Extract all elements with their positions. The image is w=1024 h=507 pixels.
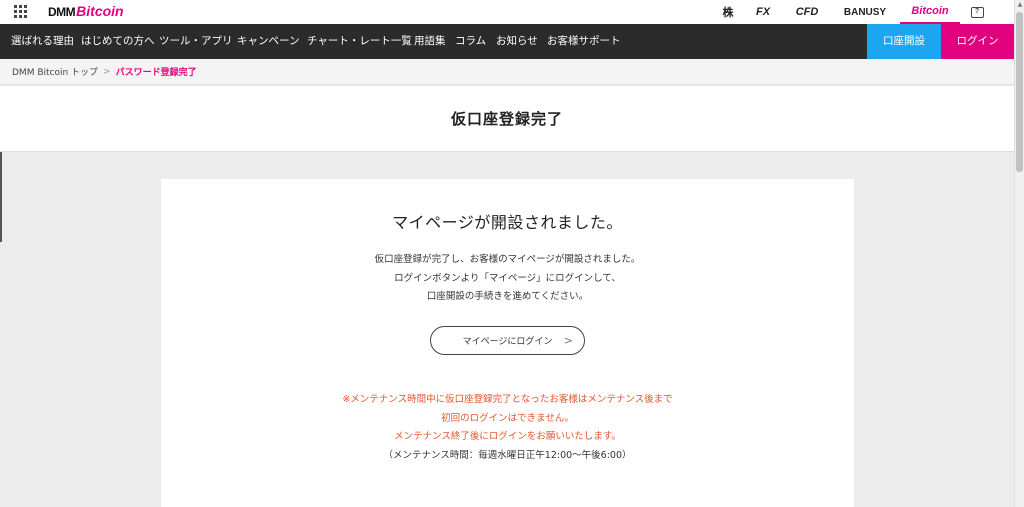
mypage-login-label: マイページにログイン [462, 337, 553, 347]
completion-card: マイページが開設されました。 仮口座登録が完了し、お客様のマイページが開設されま… [161, 179, 854, 507]
card-heading: マイページが開設されました。 [392, 213, 623, 232]
maintenance-notice: ※メンテナンス時間中に仮口座登録完了となったお客様はメンテナンス後まで 初回のロ… [161, 391, 854, 465]
top-header: DMM Bitcoin 株 FX CFD BANUSY Bitcoin ? [0, 0, 1014, 24]
logo-bitcoin-text: Bitcoin [76, 3, 124, 19]
window-edge-divider [0, 152, 2, 242]
nav-item-news[interactable]: お知らせ [496, 24, 538, 59]
nav-item-beginners[interactable]: はじめての方へ [81, 24, 155, 59]
nav-item-reasons[interactable]: 選ばれる理由 [11, 24, 74, 59]
description-line: 仮口座登録が完了し、お客様のマイページが開設されました。 [374, 254, 641, 265]
breadcrumb-home-link[interactable]: DMM Bitcoin トップ [12, 65, 98, 78]
scrollbar-thumb[interactable] [1016, 12, 1023, 172]
login-button[interactable]: ログイン [941, 24, 1014, 59]
nav-item-campaign[interactable]: キャンペーン [237, 24, 299, 59]
description-line: 口座開設の手続きを進めてください。 [426, 291, 589, 302]
nav-item-glossary[interactable]: 用語集 [414, 24, 446, 59]
nav-item-tools[interactable]: ツール・アプリ [159, 24, 233, 59]
notice-line: 初回のログインはできません。 [441, 412, 574, 424]
product-switcher: 株 FX CFD BANUSY Bitcoin ? [714, 0, 994, 24]
logo-dmm-text: DMM [48, 5, 76, 19]
nav-item-column[interactable]: コラム [455, 24, 486, 59]
mypage-login-button[interactable]: マイページにログイン > [430, 326, 585, 355]
notice-line: メンテナンス終了後にログインをお願いいたします。 [394, 431, 621, 442]
description-line: ログインボタンより「マイページ」にログインして、 [394, 272, 621, 284]
product-tab-bitcoin[interactable]: Bitcoin [900, 0, 960, 24]
open-account-button[interactable]: 口座開設 [867, 24, 941, 59]
maintenance-hours: （メンテナンス時間：毎週水曜日正午12:00～午後6:00） [383, 449, 632, 461]
scroll-up-arrow-icon[interactable]: ▲ [1016, 1, 1024, 9]
help-button[interactable]: ? [960, 0, 994, 24]
notice-line: ※メンテナンス時間中に仮口座登録完了となったお客様はメンテナンス後まで [342, 394, 673, 405]
page-title-band: 仮口座登録完了 [0, 86, 1014, 152]
product-tab-fx[interactable]: FX [742, 0, 784, 24]
vertical-scrollbar[interactable]: ▲ [1014, 0, 1024, 507]
product-tab-cfd[interactable]: CFD [784, 0, 830, 24]
nav-item-charts[interactable]: チャート・レート一覧 [307, 24, 412, 59]
main-navigation: 選ばれる理由 はじめての方へ ツール・アプリ キャンペーン チャート・レート一覧… [0, 24, 1014, 59]
help-icon: ? [970, 6, 984, 18]
nav-item-support[interactable]: お客様サポート [547, 24, 621, 59]
product-tab-banusy[interactable]: BANUSY [830, 0, 900, 24]
card-description: 仮口座登録が完了し、お客様のマイページが開設されました。 ログインボタンより「マ… [161, 251, 854, 307]
chevron-right-icon: > [563, 334, 573, 347]
breadcrumb-separator-icon: > [103, 66, 111, 77]
product-tab-stock[interactable]: 株 [714, 0, 742, 24]
app-grid-icon[interactable] [14, 5, 27, 18]
dmm-bitcoin-logo[interactable]: DMM Bitcoin [48, 3, 124, 21]
page-title: 仮口座登録完了 [450, 110, 563, 128]
breadcrumb-current: パスワード登録完了 [115, 68, 197, 78]
breadcrumb: DMM Bitcoin トップ > パスワード登録完了 [0, 59, 1014, 85]
